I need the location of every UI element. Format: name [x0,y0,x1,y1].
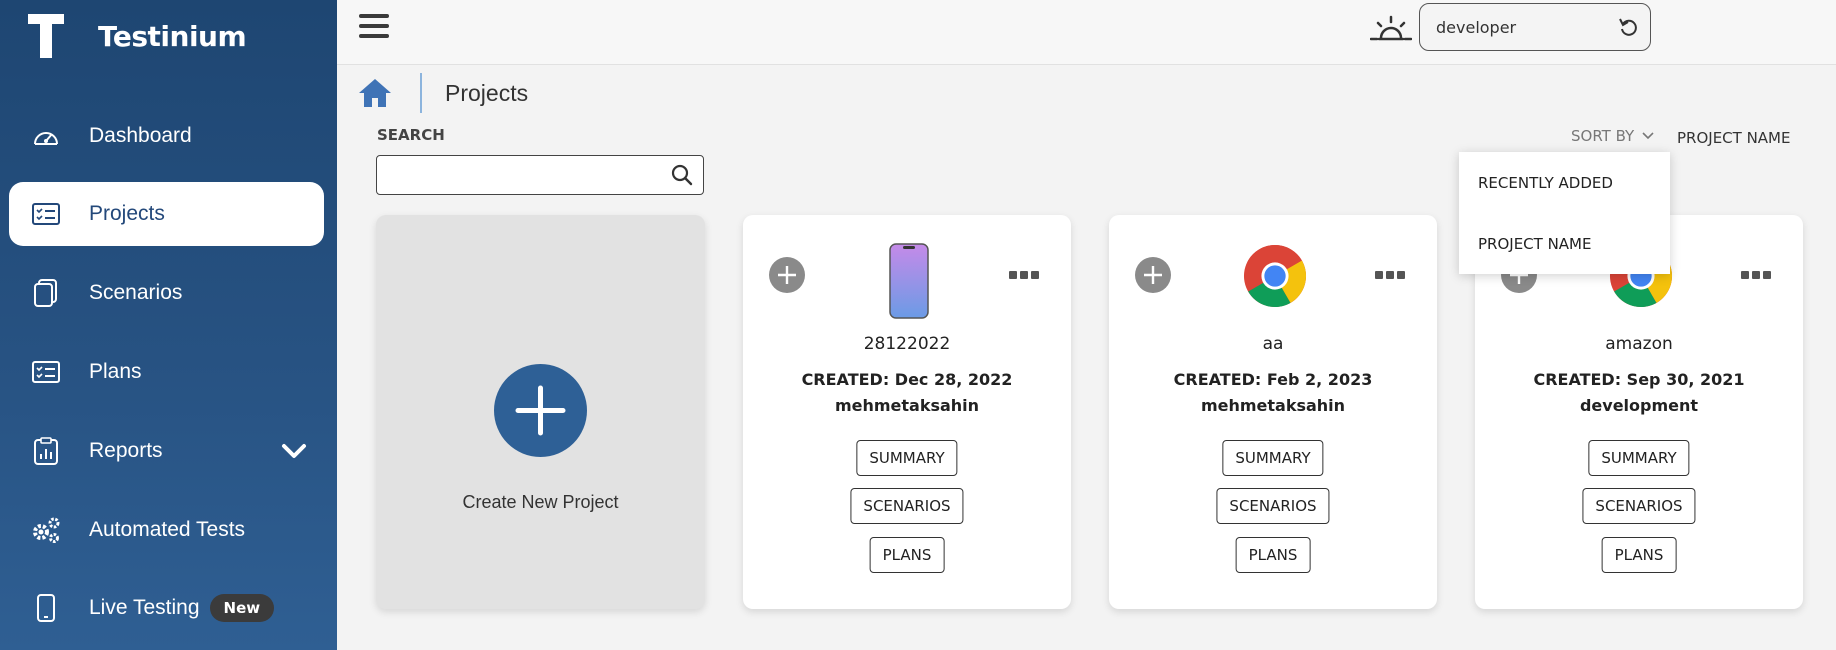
mobile-device-icon [877,243,941,319]
project-card: 28122022 CREATED: Dec 28, 2022 mehmetaks… [743,215,1071,609]
sidebar-item-live-testing[interactable]: Live Testing New [9,576,324,640]
phone-icon [31,593,61,623]
create-new-project-label: Create New Project [462,492,619,512]
sidebar-item-automated-tests[interactable]: Automated Tests [9,498,324,562]
sort-by-value: PROJECT NAME [1677,129,1791,147]
sidebar-item-reports[interactable]: Reports [9,419,324,483]
sidebar-item-label: Reports [89,439,163,462]
search-input[interactable] [385,156,665,192]
sort-by-label: SORT BY [1571,127,1635,145]
sidebar-item-label: Projects [89,202,165,225]
summary-button[interactable]: SUMMARY [1222,440,1324,476]
refresh-icon[interactable] [1618,16,1640,38]
summary-button[interactable]: SUMMARY [856,440,958,476]
sidebar-item-label: Plans [89,360,142,383]
sidebar-item-dashboard[interactable]: Dashboard [9,104,324,168]
gauge-icon [31,121,61,151]
environment-value: developer [1436,17,1517,37]
project-created-date: CREATED: Dec 28, 2022 [801,370,1013,389]
plans-button[interactable]: PLANS [1601,537,1677,573]
project-card: amazon CREATED: Sep 30, 2021 development… [1475,215,1803,609]
plans-button[interactable]: PLANS [869,537,945,573]
sidebar-item-plans[interactable]: Plans [9,340,324,404]
sort-option-project-name[interactable]: PROJECT NAME [1459,213,1670,274]
project-created-date: CREATED: Sep 30, 2021 [1533,370,1745,389]
sort-option-recently-added[interactable]: RECENTLY ADDED [1459,152,1670,213]
project-owner: development [1579,396,1699,415]
project-owner: mehmetaksahin [1200,396,1346,415]
sidebar: Testinium Dashboard Projects Scenarios P… [0,0,337,650]
search-icon[interactable] [671,164,693,186]
sidebar-item-label: Live Testing [89,596,200,619]
chevron-down-icon[interactable] [281,441,307,461]
add-circle-icon[interactable] [1135,257,1171,293]
search-label: SEARCH [377,126,445,144]
project-created-date: CREATED: Feb 2, 2023 [1173,370,1373,389]
list-card-icon [31,199,61,229]
top-bar: developer [337,0,1836,65]
sidebar-item-projects[interactable]: Projects [9,182,324,246]
sidebar-item-scenarios[interactable]: Scenarios [9,261,324,325]
sidebar-item-label: Automated Tests [89,518,246,541]
report-icon [31,436,61,466]
search-field [376,155,704,195]
environment-select[interactable]: developer [1419,3,1651,51]
sidebar-item-label: Scenarios [89,281,183,304]
chrome-browser-icon [1243,243,1307,311]
testinium-logo-icon [28,14,64,58]
project-name: amazon [1605,334,1673,354]
breadcrumb-divider [420,73,422,113]
project-name: aa [1262,334,1284,354]
brand-name: Testinium [98,19,247,53]
brand[interactable]: Testinium [28,14,247,58]
scenarios-button[interactable]: SCENARIOS [850,488,964,524]
hamburger-menu-icon[interactable] [359,14,389,40]
copy-icon [31,278,61,308]
more-options-icon[interactable] [1009,269,1039,281]
add-circle-icon[interactable] [769,257,805,293]
plus-circle-icon [494,364,587,457]
new-badge: New [209,594,275,622]
sidebar-item-label: Dashboard [89,124,192,147]
list-card-icon [31,357,61,387]
gears-icon [31,515,61,545]
project-owner: mehmetaksahin [834,396,980,415]
sunrise-theme-icon[interactable] [1370,12,1412,46]
summary-button[interactable]: SUMMARY [1588,440,1690,476]
project-card: aa CREATED: Feb 2, 2023 mehmetaksahin SU… [1109,215,1437,609]
chevron-down-icon [1642,132,1654,140]
sort-dropdown-menu: RECENTLY ADDED PROJECT NAME [1459,152,1670,274]
create-new-project-card[interactable]: Create New Project [376,215,705,609]
page-title: Projects [445,80,529,106]
sort-by-toggle[interactable]: SORT BY [1571,127,1654,145]
more-options-icon[interactable] [1375,269,1405,281]
more-options-icon[interactable] [1741,269,1771,281]
home-icon[interactable] [357,77,393,109]
scenarios-button[interactable]: SCENARIOS [1582,488,1696,524]
project-name: 28122022 [863,334,951,354]
scenarios-button[interactable]: SCENARIOS [1216,488,1330,524]
plans-button[interactable]: PLANS [1235,537,1311,573]
